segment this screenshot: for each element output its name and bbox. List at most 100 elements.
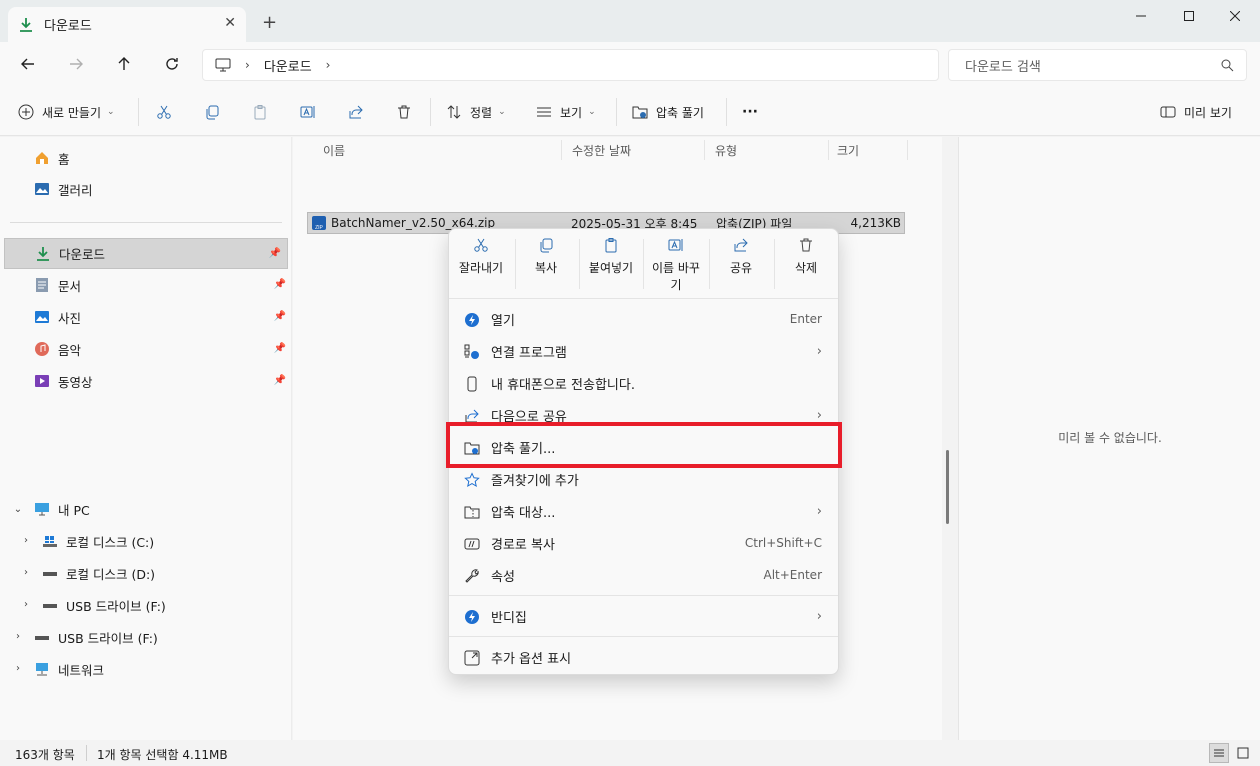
tiles-view-button[interactable] (1233, 743, 1253, 763)
menu-item-more-options[interactable]: 추가 옵션 표시 (449, 641, 838, 673)
sidebar-item-label: 로컬 디스크 (D:) (66, 566, 156, 582)
close-tab-icon[interactable]: ✕ (224, 15, 236, 31)
paste-label: 붙여넣기 (588, 261, 634, 275)
expand-icon (463, 649, 480, 666)
sidebar-item-drive-d[interactable]: 로컬 디스크 (D:) (42, 558, 155, 588)
scissors-icon (474, 238, 488, 252)
rename-button[interactable]: 이름 바꾸 기 (644, 237, 708, 293)
share-icon (349, 105, 363, 119)
column-header-modified[interactable]: 수정한 날짜 (561, 140, 705, 160)
chevron-right-icon[interactable]: › (11, 631, 25, 642)
cut-button[interactable]: 잘라내기 (449, 237, 513, 293)
bandizip-icon (463, 608, 480, 625)
copy-button[interactable]: 복사 (514, 237, 578, 293)
cut-button[interactable] (156, 100, 180, 124)
menu-item-open-with[interactable]: 연결 프로그램 › (449, 335, 838, 367)
sidebar-item-label: 사진 (58, 310, 82, 326)
menu-item-compress[interactable]: 압축 대상... › (449, 495, 838, 527)
back-button[interactable] (14, 52, 42, 76)
extract-button[interactable]: 압축 풀기 (632, 100, 704, 124)
delete-button[interactable] (396, 100, 420, 124)
sidebar-item-label: 갤러리 (58, 182, 93, 198)
column-label: 이름 (323, 143, 346, 158)
details-view-button[interactable] (1209, 743, 1229, 763)
rename-button[interactable] (300, 100, 324, 124)
share-button[interactable] (348, 100, 372, 124)
menu-item-bandizip[interactable]: 반디집 › (449, 600, 838, 632)
scissors-icon (157, 105, 171, 119)
menu-item-label: 반디집 (491, 610, 527, 626)
sidebar-item-pictures[interactable]: 사진 📌 (34, 302, 288, 332)
pin-icon[interactable]: 📌 (274, 311, 286, 322)
sidebar-item-gallery[interactable]: 갤러리 (34, 174, 93, 204)
chevron-right-icon[interactable]: › (11, 663, 25, 674)
chevron-right-icon[interactable]: › (19, 535, 33, 546)
view-button[interactable]: 보기 ⌄ (536, 100, 596, 124)
paste-button[interactable] (252, 100, 276, 124)
file-size: 4,213KB (850, 216, 901, 230)
column-label: 크기 (837, 143, 860, 158)
address-bar[interactable]: › 다운로드 › (202, 49, 939, 81)
new-label: 새로 만들기 (42, 105, 102, 120)
column-label: 수정한 날짜 (572, 143, 632, 158)
sidebar-item-documents[interactable]: 문서 📌 (34, 270, 288, 300)
delete-label: 삭제 (794, 261, 818, 275)
share-button[interactable]: 공유 (709, 237, 773, 293)
trash-icon (800, 238, 812, 252)
bandizip-open-icon (463, 311, 480, 328)
pin-icon[interactable]: 📌 (274, 375, 286, 386)
breadcrumb[interactable]: 다운로드 (264, 56, 312, 75)
chevron-down-icon: ⌄ (498, 107, 506, 117)
chevron-right-icon[interactable]: › (19, 599, 33, 610)
menu-item-label: 압축 대상... (491, 505, 556, 521)
menu-item-label: 속성 (491, 569, 515, 585)
menu-item-send-to-phone[interactable]: 내 휴대폰으로 전송합니다. (449, 367, 838, 399)
search-input[interactable]: 다운로드 검색 (948, 49, 1247, 81)
new-button[interactable]: 새로 만들기 ⌄ (18, 100, 115, 124)
paste-button[interactable]: 붙여넣기 (579, 237, 643, 293)
menu-item-properties[interactable]: 속성 Alt+Enter (449, 559, 838, 591)
copy-button[interactable] (204, 100, 228, 124)
menu-item-open[interactable]: 열기 Enter (449, 303, 838, 335)
delete-button[interactable]: 삭제 (774, 237, 838, 293)
sidebar-item-downloads[interactable]: 다운로드 📌 (4, 238, 288, 269)
more-options-button[interactable]: ··· (742, 100, 758, 124)
pin-icon[interactable]: 📌 (274, 343, 286, 354)
network-icon (34, 661, 50, 677)
plus-circle-icon (18, 104, 34, 120)
pin-icon[interactable]: 📌 (269, 248, 281, 259)
pin-icon[interactable]: 📌 (274, 279, 286, 290)
rename-icon (668, 239, 683, 251)
scrollbar[interactable] (946, 450, 949, 524)
sidebar-item-drive-c[interactable]: 로컬 디스크 (C:) (42, 526, 154, 556)
divider (138, 98, 139, 126)
up-button[interactable] (110, 52, 138, 76)
copy-icon (206, 105, 219, 120)
svg-text:ZIP: ZIP (315, 225, 323, 231)
item-count: 163개 항목 (15, 748, 75, 762)
forward-button[interactable] (62, 52, 90, 76)
sidebar-item-home[interactable]: 홈 (34, 143, 70, 173)
preview-pane-button[interactable]: 미리 보기 (1160, 100, 1232, 124)
refresh-button[interactable] (158, 52, 186, 76)
column-header-name[interactable]: 이름 (313, 140, 565, 160)
menu-item-copy-path[interactable]: 경로로 복사 Ctrl+Shift+C (449, 527, 838, 559)
command-bar: 새로 만들기 ⌄ 정렬 ⌄ 보기 ⌄ 압축 풀기 ··· 미리 보기 (0, 88, 1260, 136)
tab-downloads[interactable]: 다운로드 ✕ (8, 7, 246, 42)
music-icon (34, 341, 50, 357)
new-tab-button[interactable]: + (262, 12, 277, 33)
sidebar-item-usb[interactable]: USB 드라이브 (F:) (34, 622, 158, 652)
maximize-button[interactable] (1166, 0, 1212, 32)
sidebar-item-network[interactable]: 네트워크 (34, 654, 104, 684)
column-header-type[interactable]: 유형 (705, 140, 829, 160)
sidebar-item-music[interactable]: 음악 📌 (34, 334, 288, 364)
sidebar-item-this-pc[interactable]: 내 PC (34, 494, 90, 524)
sort-button[interactable]: 정렬 ⌄ (446, 100, 506, 124)
close-window-button[interactable] (1212, 0, 1258, 32)
column-header-size[interactable]: 크기 (827, 140, 908, 160)
chevron-down-icon[interactable]: ⌄ (11, 504, 25, 515)
sidebar-item-usb-child[interactable]: USB 드라이브 (F:) (42, 590, 166, 620)
chevron-right-icon[interactable]: › (19, 567, 33, 578)
sidebar-item-videos[interactable]: 동영상 📌 (34, 366, 288, 396)
minimize-button[interactable] (1118, 0, 1164, 32)
